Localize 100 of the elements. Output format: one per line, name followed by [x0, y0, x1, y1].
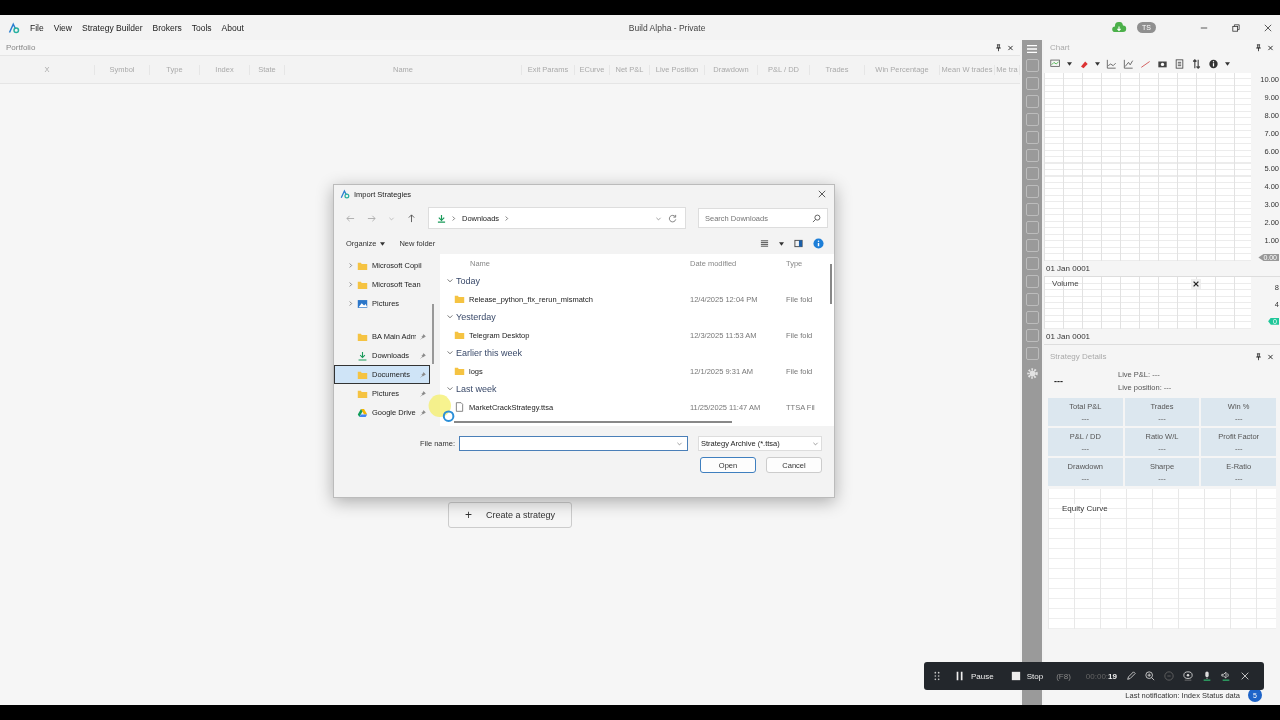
tool-icon[interactable] [1025, 95, 1039, 108]
app-logo-icon [8, 21, 20, 34]
group-header[interactable]: Today [456, 276, 481, 286]
group-header[interactable]: Earlier this week [456, 348, 523, 358]
menu-item[interactable]: Strategy Builder [82, 22, 143, 33]
search-icon[interactable] [812, 213, 821, 223]
strategy-value: --- [1054, 376, 1063, 386]
pin-icon[interactable] [1255, 352, 1262, 361]
file-name-field[interactable] [459, 436, 688, 451]
tool-icon[interactable] [1025, 149, 1039, 162]
caret-icon [380, 241, 386, 246]
pin-icon[interactable] [1255, 43, 1262, 52]
folder-icon [357, 331, 368, 342]
dropdown-caret-icon[interactable] [1067, 62, 1072, 66]
menu-item[interactable]: Brokers [152, 22, 182, 33]
chevron-icon[interactable] [349, 300, 353, 307]
tool-icon[interactable] [1025, 167, 1039, 180]
menu-item[interactable]: File [30, 22, 44, 33]
group-header[interactable]: Yesterday [456, 312, 496, 322]
panel-title: Chart [1050, 43, 1070, 52]
tool-icon[interactable] [1025, 329, 1039, 342]
folder-icon [454, 294, 465, 304]
zoom-in-icon[interactable] [1145, 671, 1155, 681]
up-arrow-icon[interactable] [407, 213, 416, 223]
chevron-icon[interactable] [446, 385, 454, 393]
microphone-icon[interactable] [1202, 671, 1212, 681]
close-icon[interactable] [1264, 23, 1272, 32]
trend-line-icon[interactable] [1140, 59, 1151, 69]
drive-icon [357, 407, 368, 418]
speaker-icon[interactable] [1221, 671, 1231, 681]
menu-icon[interactable] [1026, 44, 1038, 54]
tool-icon[interactable] [1025, 185, 1039, 198]
file-icon [454, 402, 465, 412]
restore-icon[interactable] [1232, 23, 1240, 32]
tool-icon[interactable] [1025, 239, 1039, 252]
pencil-icon[interactable] [1126, 671, 1136, 681]
forward-arrow-icon[interactable] [367, 213, 376, 223]
pin-icon[interactable] [995, 43, 1002, 52]
download-icon [357, 350, 368, 361]
chevron-right-icon [452, 214, 456, 222]
tool-icon[interactable] [1025, 113, 1039, 126]
menu-item[interactable]: View [53, 22, 72, 33]
tool-icon[interactable] [1025, 203, 1039, 216]
menu-item[interactable]: Tools [191, 22, 212, 33]
info-icon[interactable] [1208, 59, 1219, 69]
chevron-icon[interactable] [446, 277, 454, 285]
cloud-icon[interactable] [1111, 21, 1128, 34]
create-strategy-button[interactable]: + Create a strategy [447, 502, 573, 528]
stop-icon [1010, 671, 1021, 681]
tool-icon[interactable] [1025, 77, 1039, 90]
folder-icon [357, 279, 368, 290]
webcam-icon[interactable] [1183, 671, 1193, 681]
folder-icon [357, 369, 368, 380]
dropdown-caret-icon[interactable] [779, 241, 784, 246]
add-chart-icon[interactable] [1050, 59, 1061, 69]
zoom-out-icon[interactable] [1164, 671, 1174, 681]
tool-icon[interactable] [1025, 311, 1039, 324]
list-view-icon[interactable] [760, 239, 769, 248]
chevron-icon[interactable] [349, 281, 353, 288]
line-chart-icon[interactable] [1123, 59, 1134, 69]
refresh-icon[interactable] [668, 213, 677, 223]
tool-icon[interactable] [1025, 59, 1039, 72]
help-icon[interactable] [813, 238, 824, 249]
close-icon[interactable] [1191, 279, 1201, 289]
dropdown-caret-icon[interactable] [1225, 62, 1230, 66]
shortcut-label: (F8) [1056, 671, 1071, 681]
tool-icon[interactable] [1025, 257, 1039, 270]
folder-icon [357, 260, 368, 271]
pause-icon [955, 671, 965, 681]
chevron-right-icon [505, 214, 510, 222]
chevron-icon[interactable] [349, 262, 353, 269]
stop-button[interactable]: Stop [1006, 671, 1048, 681]
sort-icon[interactable] [1191, 59, 1202, 69]
eraser-icon[interactable] [1078, 59, 1089, 69]
caret-icon[interactable] [676, 440, 683, 447]
line-chart-icon[interactable] [1106, 59, 1117, 69]
window-title: Build Alpha - Private [628, 22, 707, 33]
chevron-icon[interactable] [446, 349, 454, 357]
tool-icon[interactable] [1025, 275, 1039, 288]
dropdown-caret-icon[interactable] [1095, 62, 1100, 66]
tool-icon[interactable] [1025, 293, 1039, 306]
drag-handle-icon[interactable] [932, 671, 942, 681]
clipboard-icon[interactable] [1174, 59, 1185, 69]
settings-icon[interactable] [1025, 367, 1039, 380]
tool-icon[interactable] [1025, 131, 1039, 144]
recording-time: 00:00:19 [1085, 671, 1117, 681]
chevron-icon[interactable] [446, 313, 454, 321]
menu-item[interactable]: About [221, 22, 244, 33]
tool-icon[interactable] [1025, 347, 1039, 360]
pictures-icon [357, 298, 368, 309]
back-arrow-icon[interactable] [346, 213, 355, 223]
folder-icon [357, 388, 368, 399]
pause-button[interactable]: Pause [951, 671, 998, 681]
tool-icon[interactable] [1025, 221, 1039, 234]
preview-pane-icon[interactable] [794, 239, 803, 248]
group-header[interactable]: Last week [456, 384, 497, 394]
panel-title: Strategy Details [1050, 352, 1107, 361]
camera-icon[interactable] [1157, 59, 1168, 69]
volume-title: Volume [1052, 279, 1079, 288]
close-icon[interactable] [818, 190, 826, 198]
